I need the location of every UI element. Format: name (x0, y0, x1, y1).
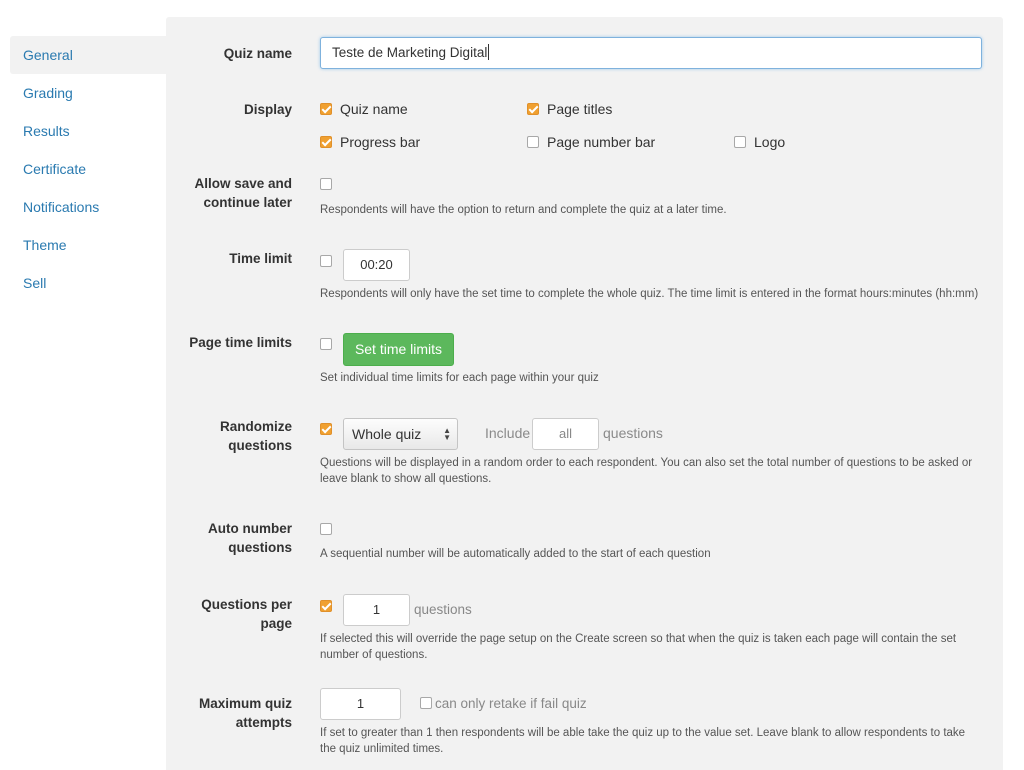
max-attempts-help-line2: the quiz unlimited times. (320, 743, 444, 755)
max-attempts-label-line2: attempts (235, 715, 292, 730)
save-continue-label: Allow save and continue later (166, 174, 292, 212)
randomize-scope-value: Whole quiz (352, 426, 422, 442)
auto-number-label-line2: questions (228, 540, 292, 555)
include-questions-label: questions (603, 425, 663, 441)
set-time-limits-button[interactable]: Set time limits (343, 333, 454, 366)
sidebar-item-general[interactable]: General (10, 36, 166, 74)
display-logo-checkbox[interactable] (734, 136, 746, 149)
randomize-label: Randomize questions (166, 417, 292, 455)
retake-label: can only retake if fail quiz (435, 696, 587, 711)
display-option-page-number-bar[interactable]: Page number bar (527, 134, 655, 150)
display-page-titles-label: Page titles (547, 101, 613, 117)
save-continue-label-line1: Allow save and (194, 176, 292, 191)
time-limit-help: Respondents will only have the set time … (320, 288, 979, 300)
randomize-help: Questions will be displayed in a random … (320, 455, 972, 487)
page-time-limits-checkbox[interactable] (320, 338, 332, 350)
sidebar-item-results[interactable]: Results (10, 112, 166, 150)
randomize-help-line2: leave blank to show all questions. (320, 473, 492, 485)
randomize-help-line1: Questions will be displayed in a random … (320, 457, 973, 469)
settings-sidebar: General Grading Results Certificate Noti… (10, 36, 166, 302)
retake-option[interactable]: can only retake if fail quiz (420, 696, 587, 711)
sidebar-item-theme[interactable]: Theme (10, 226, 166, 264)
quiz-name-label: Quiz name (223, 46, 292, 61)
display-option-quiz-name[interactable]: Quiz name (320, 101, 408, 117)
questions-per-page-help-line1: If selected this will override the page … (320, 633, 957, 645)
randomize-label-line2: questions (228, 438, 292, 453)
save-continue-label-line2: continue later (203, 195, 292, 210)
sidebar-item-grading[interactable]: Grading (10, 74, 166, 112)
sidebar-item-sell[interactable]: Sell (10, 264, 166, 302)
page-time-limits-help: Set individual time limits for each page… (320, 372, 599, 384)
page-time-limits-label: Page time limits (189, 335, 292, 350)
display-page-titles-checkbox[interactable] (527, 103, 539, 116)
retake-checkbox[interactable] (420, 697, 432, 710)
display-option-logo[interactable]: Logo (734, 134, 785, 150)
questions-per-page-unit: questions (414, 602, 472, 617)
display-quiz-name-label: Quiz name (340, 101, 408, 117)
display-progress-bar-checkbox[interactable] (320, 136, 332, 149)
randomize-scope-select[interactable]: Whole quiz ▲ ▼ (343, 418, 458, 450)
display-option-progress-bar[interactable]: Progress bar (320, 134, 420, 150)
text-caret (488, 44, 490, 61)
save-continue-help: Respondents will have the option to retu… (320, 204, 727, 216)
display-label: Display (243, 102, 292, 117)
display-page-number-bar-checkbox[interactable] (527, 136, 539, 149)
questions-per-page-label: Questions per page (166, 595, 292, 633)
select-arrows-icon: ▲ ▼ (443, 426, 451, 442)
auto-number-checkbox[interactable] (320, 523, 332, 535)
max-attempts-help-line1: If set to greater than 1 then respondent… (320, 727, 966, 739)
randomize-checkbox[interactable] (320, 423, 332, 435)
max-attempts-input[interactable]: 1 (320, 688, 401, 720)
questions-per-page-checkbox[interactable] (320, 600, 332, 612)
sidebar-item-notifications[interactable]: Notifications (10, 188, 166, 226)
questions-per-page-label-line2: page (260, 616, 292, 631)
time-limit-checkbox[interactable] (320, 255, 332, 267)
save-continue-checkbox[interactable] (320, 178, 332, 190)
max-attempts-label: Maximum quiz attempts (166, 694, 292, 732)
auto-number-label-line1: Auto number (208, 521, 292, 536)
general-settings-panel: Quiz name Teste de Marketing Digital Dis… (166, 17, 1003, 770)
display-logo-label: Logo (754, 134, 786, 150)
questions-per-page-input[interactable]: 1 (343, 594, 410, 626)
display-progress-bar-label: Progress bar (340, 134, 421, 150)
auto-number-help: A sequential number will be automaticall… (320, 548, 711, 560)
display-option-page-titles[interactable]: Page titles (527, 101, 612, 117)
auto-number-label: Auto number questions (166, 519, 292, 557)
sidebar-item-certificate[interactable]: Certificate (10, 150, 166, 188)
display-quiz-name-checkbox[interactable] (320, 103, 332, 116)
time-limit-label: Time limit (229, 251, 292, 266)
quiz-name-input[interactable]: Teste de Marketing Digital (320, 37, 982, 69)
include-count-input[interactable]: all (532, 418, 599, 450)
quiz-name-value: Teste de Marketing Digital (332, 45, 488, 60)
questions-per-page-help: If selected this will override the page … (320, 631, 956, 663)
randomize-label-line1: Randomize (219, 419, 292, 434)
display-page-number-bar-label: Page number bar (547, 134, 656, 150)
time-limit-input[interactable]: 00:20 (343, 249, 410, 281)
max-attempts-help: If set to greater than 1 then respondent… (320, 725, 965, 757)
questions-per-page-help-line2: number of questions. (320, 649, 428, 661)
questions-per-page-label-line1: Questions per (201, 597, 292, 612)
include-label: Include (485, 425, 531, 441)
max-attempts-label-line1: Maximum quiz (198, 696, 292, 711)
